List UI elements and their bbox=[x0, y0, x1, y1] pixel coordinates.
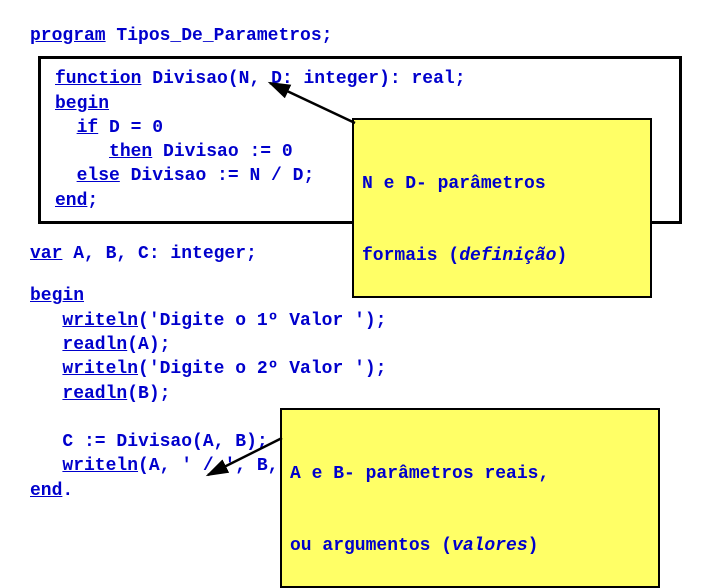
program-name: Tipos_De_Parametros; bbox=[106, 26, 333, 46]
main-readln-2: readln(B); bbox=[30, 382, 690, 406]
kw-program: program bbox=[30, 26, 106, 46]
callout-formal-params: N e D- parâmetros formais (definição) bbox=[352, 118, 652, 298]
main-readln-1: readln(A); bbox=[30, 333, 690, 357]
func-line-2: begin bbox=[55, 92, 665, 116]
program-header: program Tipos_De_Parametros; bbox=[30, 24, 690, 48]
main-writeln-2: writeln('Digite o 2º Valor '); bbox=[30, 357, 690, 381]
func-line-1: function Divisao(N, D: integer): real; bbox=[55, 67, 665, 91]
callout-real-params: A e B- parâmetros reais, ou argumentos (… bbox=[280, 408, 660, 588]
main-writeln-1: writeln('Digite o 1º Valor '); bbox=[30, 309, 690, 333]
